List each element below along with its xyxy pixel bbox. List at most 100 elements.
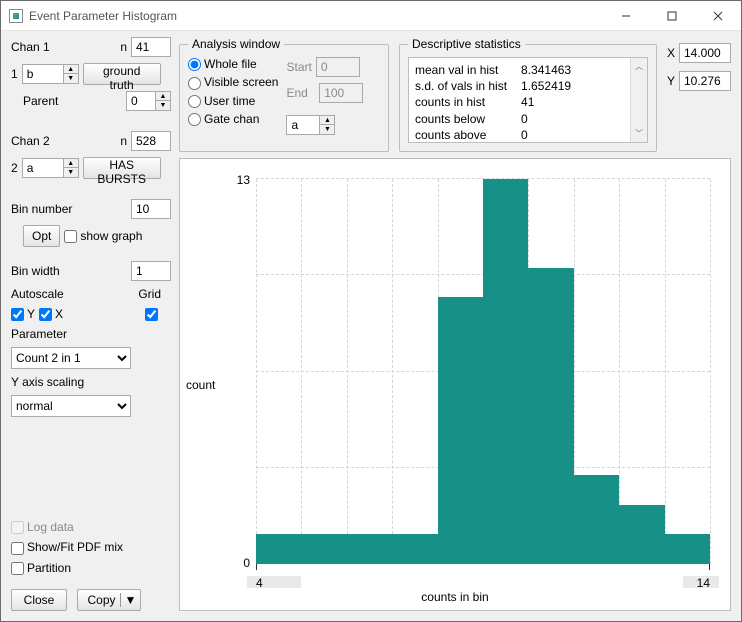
chan1-n-input[interactable] <box>131 37 171 57</box>
table-row: mean val in hist8.341463 <box>415 62 585 78</box>
scrollbar[interactable]: ︿ ﹀ <box>630 58 647 142</box>
grid-check[interactable] <box>145 307 161 321</box>
chan2-label: Chan 2 <box>11 134 50 148</box>
bin-number-input[interactable] <box>131 199 171 219</box>
window-title: Event Parameter Histogram <box>29 9 177 23</box>
spin-up-icon[interactable]: ▲ <box>63 64 79 74</box>
minimize-button[interactable] <box>603 1 649 31</box>
chan1-label: Chan 1 <box>11 40 50 54</box>
close-window-button[interactable] <box>695 1 741 31</box>
histogram-chart[interactable]: 13 0 count 4 14 counts in bin <box>179 158 731 611</box>
chan2-spin[interactable]: ▲▼ <box>22 158 79 178</box>
y-axis-label: count <box>186 378 215 392</box>
desc-stats-legend: Descriptive statistics <box>408 37 525 51</box>
partition-check[interactable]: Partition <box>11 561 71 575</box>
parent-spin[interactable]: ▲▼ <box>126 91 171 111</box>
chan2-desc-button[interactable]: HAS BURSTS <box>83 157 161 179</box>
log-data-label: Log data <box>27 520 74 534</box>
parameter-label: Parameter <box>11 327 67 341</box>
x-tick-max: 14 <box>697 576 710 590</box>
bar <box>619 505 664 564</box>
bar <box>438 297 483 564</box>
bar <box>574 475 619 564</box>
bar <box>483 179 528 564</box>
showfit-check[interactable]: Show/Fit PDF mix <box>11 540 123 554</box>
user-time-radio[interactable]: User time <box>188 94 278 108</box>
chan2-index: 2 <box>11 161 18 175</box>
bar <box>347 534 392 564</box>
y-readout <box>679 71 731 91</box>
stats-table: mean val in hist8.341463 s.d. of vals in… <box>415 62 585 143</box>
visible-screen-radio[interactable]: Visible screen <box>188 75 278 89</box>
spin-up-icon[interactable]: ▲ <box>155 91 171 101</box>
whole-file-radio[interactable]: Whole file <box>188 57 278 71</box>
spin-down-icon[interactable]: ▼ <box>63 74 79 84</box>
scroll-up-icon[interactable]: ︿ <box>630 58 647 75</box>
autoscale-x-check[interactable]: X <box>39 307 63 321</box>
whole-file-label: Whole file <box>204 57 257 71</box>
y-label: Y <box>27 307 35 321</box>
chan2-n-input[interactable] <box>131 131 171 151</box>
chan1-index: 1 <box>11 67 18 81</box>
copy-button[interactable]: Copy ▼ <box>77 589 141 611</box>
bin-width-input[interactable] <box>131 261 171 281</box>
chan1-desc-button[interactable]: ground truth <box>83 63 161 85</box>
chan2-n-label: n <box>120 134 127 148</box>
x-label: X <box>55 307 63 321</box>
chan1-n-label: n <box>120 40 127 54</box>
parent-input[interactable] <box>126 91 156 111</box>
end-label: End <box>286 86 307 100</box>
table-row: counts above0 <box>415 127 585 143</box>
scroll-thumb[interactable] <box>631 85 646 115</box>
spin-down-icon[interactable]: ▼ <box>155 101 171 111</box>
showfit-label: Show/Fit PDF mix <box>27 540 123 554</box>
yscale-select[interactable]: normal <box>11 395 131 417</box>
start-label: Start <box>286 60 311 74</box>
stats-box: mean val in hist8.341463 s.d. of vals in… <box>408 57 648 143</box>
bar <box>528 268 573 564</box>
gate-chan-radio[interactable]: Gate chan <box>188 112 278 126</box>
analysis-window-group: Analysis window Whole file Visible scree… <box>179 37 389 152</box>
analysis-legend: Analysis window <box>188 37 284 51</box>
x-axis-label: counts in bin <box>421 590 488 604</box>
chan1-spin[interactable]: ▲▼ <box>22 64 79 84</box>
opt-button[interactable]: Opt <box>23 225 60 247</box>
autoscale-label: Autoscale <box>11 287 64 301</box>
log-data-check[interactable]: Log data <box>11 520 74 534</box>
maximize-button[interactable] <box>649 1 695 31</box>
spin-down-icon[interactable]: ▼ <box>63 168 79 178</box>
scroll-down-icon[interactable]: ﹀ <box>630 125 647 142</box>
spin-up-icon[interactable]: ▲ <box>63 158 79 168</box>
y-tick-max: 13 <box>237 173 250 187</box>
grid-label: Grid <box>138 287 161 301</box>
table-row: counts in hist41 <box>415 94 585 110</box>
end-input <box>319 83 363 103</box>
gate-chan-input[interactable] <box>286 115 320 135</box>
gate-chan-label: Gate chan <box>204 112 259 126</box>
yscale-label: Y axis scaling <box>11 375 84 389</box>
descriptive-statistics-group: Descriptive statistics mean val in hist8… <box>399 37 657 152</box>
gate-chan-spin[interactable]: ▲▼ <box>286 115 363 135</box>
parameter-select[interactable]: Count 2 in 1 <box>11 347 131 369</box>
bar <box>665 534 710 564</box>
dropdown-icon: ▼ <box>120 593 131 607</box>
autoscale-y-check[interactable]: Y <box>11 307 35 321</box>
bar <box>256 534 301 564</box>
show-graph-check[interactable]: show graph <box>64 229 142 243</box>
y-readout-label: Y <box>667 74 675 88</box>
user-time-label: User time <box>204 94 255 108</box>
titlebar: Event Parameter Histogram <box>1 1 741 31</box>
bar <box>301 534 346 564</box>
chan2-val[interactable] <box>22 158 64 178</box>
spin-down-icon[interactable]: ▼ <box>319 125 335 135</box>
y-tick-min: 0 <box>243 556 250 570</box>
bin-number-label: Bin number <box>11 202 72 216</box>
table-row: s.d. of vals in hist1.652419 <box>415 78 585 94</box>
parent-label: Parent <box>23 94 58 108</box>
x-tick-min: 4 <box>256 576 263 590</box>
spin-up-icon[interactable]: ▲ <box>319 115 335 125</box>
close-button[interactable]: Close <box>11 589 67 611</box>
chan1-val[interactable] <box>22 64 64 84</box>
copy-label: Copy <box>87 593 115 607</box>
show-graph-label: show graph <box>80 229 142 243</box>
